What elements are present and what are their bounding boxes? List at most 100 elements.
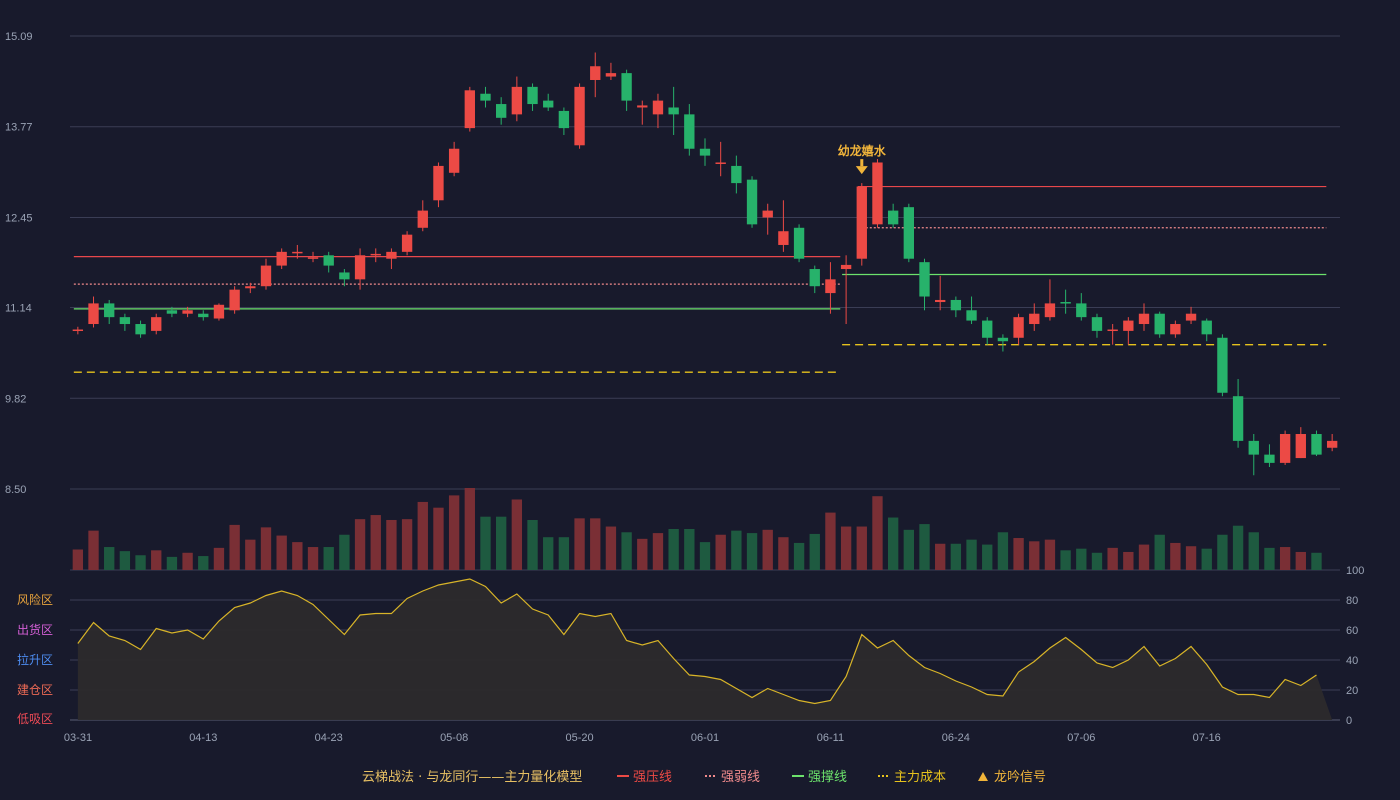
- candle-body: [119, 317, 131, 325]
- volume-bar: [166, 556, 178, 570]
- candle-body: [1044, 303, 1056, 318]
- volume-bar: [1138, 544, 1150, 570]
- volume-bar: [511, 499, 523, 570]
- volume-bar: [543, 537, 554, 570]
- candle-body: [229, 289, 240, 311]
- volume-bar: [229, 524, 240, 570]
- candle-body: [1154, 313, 1165, 335]
- volume-bar: [778, 537, 789, 570]
- candle-body: [72, 329, 84, 332]
- candle-body: [166, 310, 178, 314]
- candle-body: [872, 162, 883, 225]
- candle-body: [245, 286, 256, 289]
- volume-bar: [731, 530, 742, 570]
- candle-body: [825, 279, 836, 294]
- candle-body: [1232, 396, 1244, 441]
- volume-bar: [323, 547, 334, 570]
- date-tick-label: 07-06: [1067, 732, 1095, 744]
- candle-body: [307, 257, 319, 259]
- legend-item-label: 强弱线: [721, 770, 760, 785]
- volume-bar: [840, 526, 852, 570]
- volume-bar: [809, 533, 820, 570]
- volume-bar: [417, 501, 428, 570]
- zone-label: 出货区: [17, 622, 53, 637]
- candle-body: [543, 100, 554, 108]
- candle-body: [590, 66, 601, 80]
- osc-tick-label: 60: [1346, 625, 1358, 637]
- volume-bar: [621, 532, 632, 570]
- candle-body: [1076, 303, 1087, 318]
- volume-bar: [1060, 550, 1071, 570]
- legend-triangle-icon: [978, 772, 988, 781]
- candle-body: [198, 313, 209, 318]
- volume-bar: [1076, 548, 1087, 570]
- volume-bar: [104, 547, 115, 570]
- candle-body: [950, 299, 962, 311]
- candle-body: [433, 165, 444, 201]
- volume-bar: [464, 488, 475, 570]
- price-tick-label: 8.50: [5, 484, 26, 496]
- osc-tick-label: 0: [1346, 715, 1352, 727]
- price-tick-label: 9.82: [5, 393, 26, 405]
- zone-label: 拉升区: [17, 652, 53, 667]
- volume-bar: [699, 542, 711, 570]
- signal-label: 幼龙嬉水: [838, 143, 887, 158]
- volume-bar: [715, 534, 726, 570]
- volume-bar: [1170, 542, 1181, 570]
- volume-bar: [668, 529, 679, 570]
- candle-body: [339, 272, 350, 280]
- volume-bar: [370, 515, 381, 570]
- volume-bar: [151, 550, 162, 570]
- volume-bar: [793, 542, 805, 570]
- candle-body: [715, 162, 726, 164]
- volume-bar: [762, 529, 773, 570]
- candle-body: [135, 324, 146, 335]
- candle-body: [558, 110, 570, 129]
- date-tick-label: 07-16: [1193, 732, 1221, 744]
- volume-bar: [448, 495, 460, 570]
- candle-body: [182, 310, 193, 314]
- candle-body: [417, 210, 428, 228]
- zone-label: 风险区: [17, 592, 53, 607]
- candle-body: [1248, 440, 1259, 455]
- osc-tick-label: 20: [1346, 685, 1358, 697]
- candle-body: [856, 186, 867, 259]
- signal-arrow-stem: [860, 159, 864, 167]
- volume-bar: [1232, 525, 1244, 570]
- date-tick-label: 06-01: [691, 732, 719, 744]
- volume-bar: [1154, 534, 1165, 570]
- candle-body: [574, 86, 585, 146]
- candle-body: [605, 73, 617, 77]
- volume-bar: [135, 555, 146, 570]
- volume-bar: [684, 529, 695, 570]
- volume-bar: [856, 526, 867, 570]
- legend-item-label: 强撑线: [808, 770, 847, 785]
- candle-body: [997, 337, 1009, 342]
- candle-body: [88, 303, 99, 325]
- legend-item-label: 主力成本: [894, 770, 946, 785]
- date-tick-label: 04-13: [189, 732, 217, 744]
- volume-bar: [605, 526, 617, 570]
- osc-tick-label: 40: [1346, 655, 1358, 667]
- candlestick-chart: 15.09 13.77 12.45 11.14 9.82 8.50 100 80 60 40 20…: [5, 31, 1364, 785]
- candle-body: [1029, 313, 1040, 325]
- volume-bar: [1201, 548, 1212, 570]
- candle-body: [966, 310, 977, 321]
- volume-bar: [887, 517, 899, 570]
- volume-bar: [527, 519, 538, 570]
- volume-bar: [1044, 539, 1056, 570]
- candle-body: [1170, 324, 1181, 335]
- volume-bar: [386, 519, 397, 570]
- volume-bar: [260, 527, 272, 570]
- price-tick-label: 11.14: [5, 303, 32, 315]
- volume-bar: [495, 516, 507, 570]
- date-tick-label: 06-24: [942, 732, 970, 744]
- volume-bar: [401, 519, 413, 570]
- price-tick-label: 15.09: [5, 31, 33, 43]
- date-tick-label: 05-20: [565, 732, 593, 744]
- candle-body: [276, 251, 287, 266]
- volume-bar: [1013, 538, 1024, 570]
- volume-bar: [198, 556, 209, 570]
- candle-body: [1326, 440, 1338, 448]
- candle-body: [464, 90, 475, 129]
